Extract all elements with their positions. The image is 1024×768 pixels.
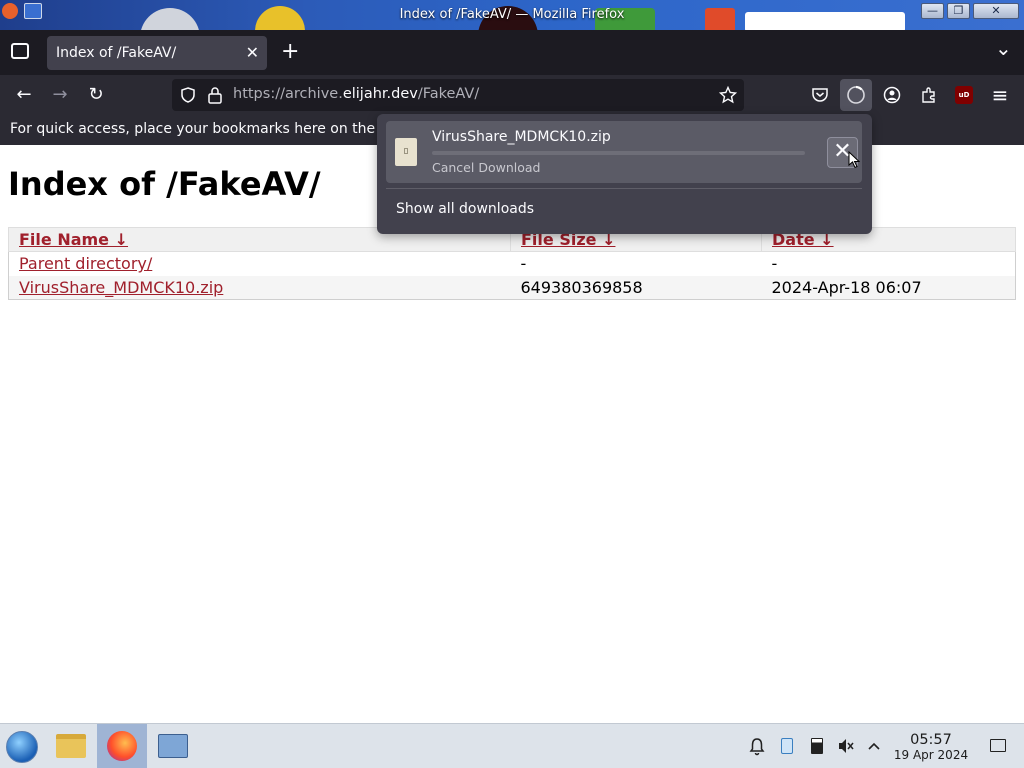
mouse-cursor-icon <box>848 151 860 169</box>
firefox-icon <box>107 731 137 761</box>
tab-label: Index of /FakeAV/ <box>56 45 177 61</box>
url-path: /FakeAV/ <box>417 86 480 102</box>
extensions-icon[interactable] <box>920 86 938 104</box>
battery-icon[interactable] <box>807 736 827 756</box>
directory-listing-table: File Name ↓ File Size ↓ Date ↓ Parent di… <box>8 227 1016 300</box>
page-title: Index of /FakeAV/ <box>8 165 321 203</box>
star-icon[interactable] <box>719 86 737 104</box>
maximize-button[interactable]: ❐ <box>947 3 970 19</box>
url-prefix: https://archive. <box>233 86 343 102</box>
zip-icon <box>404 148 408 154</box>
shield-icon[interactable] <box>180 87 196 103</box>
folder-icon <box>56 734 86 758</box>
cell-date: - <box>771 254 778 274</box>
tab-close-icon[interactable]: ✕ <box>246 43 259 62</box>
url-text[interactable]: https://archive.elijahr.dev/FakeAV/ <box>233 86 479 102</box>
taskbar-file-manager[interactable] <box>48 724 93 768</box>
cell-name: VirusShare_MDMCK10.zip <box>8 275 511 300</box>
menu-button[interactable]: ≡ <box>988 83 1012 107</box>
cell-name: Parent directory/ <box>9 252 511 276</box>
downloads-button[interactable] <box>840 79 872 111</box>
url-domain: elijahr.dev <box>342 86 418 102</box>
download-progress-bar <box>432 151 805 155</box>
panel-divider <box>386 188 862 189</box>
table-row: VirusShare_MDMCK10.zip 649380369858 2024… <box>8 275 1016 300</box>
tab-strip: Index of /FakeAV/ ✕ + ⌄ <box>0 30 1024 75</box>
taskbar-control-panel[interactable] <box>150 724 195 768</box>
list-all-tabs-button[interactable]: ⌄ <box>995 36 1012 60</box>
back-button[interactable]: ← <box>12 83 36 107</box>
windows-logo-icon <box>6 731 38 763</box>
cell-date: 2024-Apr-18 06:07 <box>761 275 1016 300</box>
cell-size: - <box>520 254 527 274</box>
navigation-toolbar: ← → ↻ https://archive.elijahr.dev/FakeAV… <box>0 75 1024 115</box>
clock-time[interactable]: 05:57 <box>896 732 966 748</box>
volume-muted-icon[interactable] <box>836 736 856 756</box>
account-icon[interactable] <box>883 86 901 104</box>
pocket-icon[interactable] <box>811 87 829 103</box>
download-item[interactable]: VirusShare_MDMCK10.zip Cancel Download ✕ <box>386 121 862 183</box>
new-tab-button[interactable]: + <box>281 39 299 64</box>
parent-directory-link[interactable]: Parent directory/ <box>19 254 152 273</box>
download-filename: VirusShare_MDMCK10.zip <box>432 129 611 145</box>
control-panel-icon <box>158 734 188 758</box>
ublock-icon[interactable]: uD <box>955 86 973 104</box>
table-row: Parent directory/ - - <box>9 252 1016 276</box>
downloads-panel: VirusShare_MDMCK10.zip Cancel Download ✕… <box>377 114 872 234</box>
lock-icon[interactable] <box>207 86 223 104</box>
tab-index-fakeav[interactable]: Index of /FakeAV/ ✕ <box>47 36 267 70</box>
file-icon <box>395 138 417 166</box>
close-button[interactable]: ✕ <box>973 3 1019 19</box>
reload-button[interactable]: ↻ <box>84 83 108 107</box>
file-link[interactable]: VirusShare_MDMCK10.zip <box>19 278 223 297</box>
downloads-icon <box>847 85 865 104</box>
start-button[interactable] <box>0 724 45 768</box>
forward-button[interactable]: → <box>48 83 72 107</box>
cell-size: 649380369858 <box>510 275 762 300</box>
tab-list-icon[interactable] <box>11 43 29 59</box>
show-desktop-icon[interactable] <box>988 736 1008 756</box>
address-bar[interactable]: https://archive.elijahr.dev/FakeAV/ <box>172 79 744 111</box>
window-title: Index of /FakeAV/ — Mozilla Firefox <box>399 7 625 22</box>
download-status: Cancel Download <box>432 160 541 175</box>
sort-by-name-link[interactable]: File Name ↓ <box>19 230 128 249</box>
taskbar: 05:57 19 Apr 2024 <box>0 723 1024 768</box>
taskbar-firefox[interactable] <box>97 724 147 768</box>
tray-expand-icon[interactable] <box>864 736 884 756</box>
clipboard-icon[interactable] <box>777 736 797 756</box>
window-titlebar[interactable]: Index of /FakeAV/ — Mozilla Firefox — ❐ … <box>0 0 1024 30</box>
bookmarks-empty-hint: For quick access, place your bookmarks h… <box>10 121 380 137</box>
notifications-icon[interactable] <box>747 736 767 756</box>
minimize-button[interactable]: — <box>921 3 944 19</box>
show-all-downloads-button[interactable]: Show all downloads <box>396 201 534 217</box>
clock-date[interactable]: 19 Apr 2024 <box>890 748 972 762</box>
